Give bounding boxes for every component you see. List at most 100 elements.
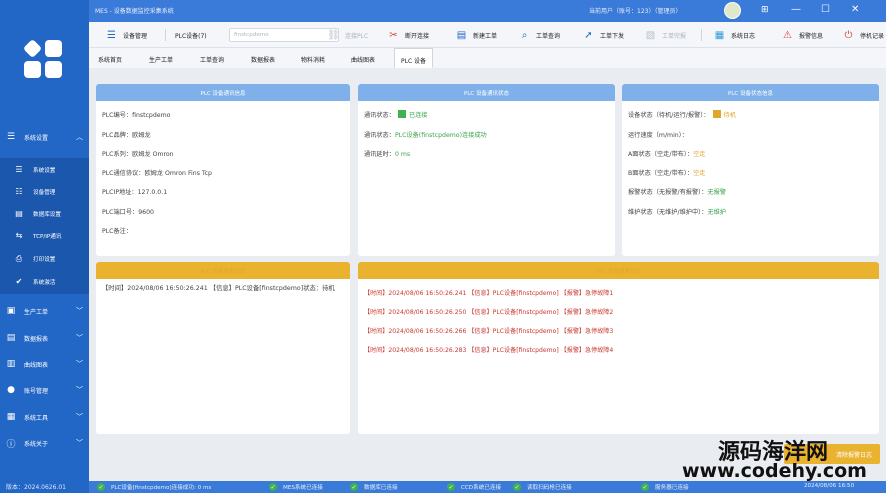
toolbox-icon: ▦: [6, 412, 16, 422]
user-icon: ●: [7, 385, 15, 395]
tab-material[interactable]: 物料消耗: [301, 48, 325, 68]
disconnect-button[interactable]: ✂ 断开连接: [387, 28, 429, 42]
status-text: 服务器已连接: [655, 485, 689, 491]
alarm-log-entry: 【时间】2024/08/06 16:50:26.283 【信息】PLC设备[fi…: [364, 347, 614, 354]
info-row: PLC品牌：欧姆龙: [102, 130, 151, 139]
info-label: PLC通信协议：: [102, 170, 145, 177]
status-value: 无报警: [707, 189, 726, 196]
status-scanner: ✓ 读取扫码枪已连接: [513, 483, 572, 491]
info-row: PLC备注：: [102, 226, 132, 235]
check-icon: ✓: [447, 483, 455, 491]
info-row: PLC端口号：9600: [102, 207, 154, 216]
status-text: MES系统已连接: [283, 485, 323, 491]
send-icon: ➚: [584, 29, 593, 41]
sidebar-item-label: 系统激活: [33, 279, 56, 286]
order-report-button[interactable]: ▧ 工单完报: [644, 28, 686, 42]
connect-plc-button[interactable]: ⛓ 连接PLC: [327, 28, 368, 42]
sidebar-group-curve-chart[interactable]: ▥ 曲线图表 ﹀: [0, 353, 89, 375]
sidebar-item-activation[interactable]: ✔ 系统激活: [14, 270, 89, 293]
user-info: 当前用户（账号：123）（管理员）: [589, 8, 682, 15]
toolbar-divider: [701, 29, 702, 41]
watermark-url: www.codehy.com: [682, 460, 867, 482]
maximize-button[interactable]: ☐: [821, 4, 830, 16]
status-plc: ✓ PLC设备[finstcpdemo]连接成功: 0 ms: [97, 483, 211, 491]
app-window: ☰ 系统设置 ︿ ☰ 系统设置 ☷ 设备管理 ▤ 数据库设置 ⇆ TCP/IP通…: [0, 0, 886, 493]
connect-plc-label: 连接PLC: [345, 32, 369, 40]
power-icon: ⏻: [844, 29, 853, 41]
tab-plc-device[interactable]: PLC 设备: [394, 48, 434, 68]
tab-data-report[interactable]: 数据报表: [251, 48, 275, 68]
info-label: PLC系列：: [102, 151, 133, 158]
order-query-button[interactable]: ⌕ 工单查询: [518, 28, 560, 42]
sidebar-group-account[interactable]: ● 账号管理 ﹀: [0, 379, 89, 401]
panel-title: PLC 设备报警日志: [358, 262, 879, 279]
app-title: MES - 设备数据监控采集系统: [95, 8, 174, 15]
unlink-icon: ✂: [389, 29, 398, 41]
sidebar-item-device-manage[interactable]: ☷ 设备管理: [14, 180, 89, 203]
status-value: 空走: [693, 170, 706, 177]
status-text: 读取扫码枪已连接: [527, 485, 572, 491]
system-log-button[interactable]: ▦ 系统日志: [713, 28, 755, 42]
alarm-info-button[interactable]: ⚠ 报警信息: [781, 28, 823, 42]
status-row: 报警状态（无报警/有报警）：无报警: [628, 187, 726, 196]
sidebar-group-system-settings[interactable]: ☰ 系统设置 ︿: [0, 126, 89, 148]
info-label: PLC编号：: [102, 112, 133, 119]
info-row: PLC通信协议：欧姆龙 Omron Fins Tcp: [102, 168, 212, 177]
link-icon: ⛓: [327, 29, 340, 41]
tab-bar: 系统首页 生产工单 工单查询 数据报表 物料消耗 曲线图表 PLC 设备: [89, 48, 886, 68]
tab-home[interactable]: 系统首页: [98, 48, 122, 68]
chevron-up-icon: ︿: [76, 133, 83, 141]
close-button[interactable]: ✕: [851, 4, 859, 16]
stop-record-button[interactable]: ⏻ 停机记录: [842, 28, 884, 42]
latency-row: 通讯延时：0 ms: [364, 149, 410, 158]
device-list-icon: ☷: [15, 187, 23, 196]
warning-icon: ⚠: [783, 29, 792, 41]
sidebar-group-data-report[interactable]: ▤ 数据报表 ﹀: [0, 327, 89, 349]
sidebar-group-about[interactable]: ⓘ 系统关于 ﹀: [0, 432, 89, 454]
status-label: 报警状态（无报警/有报警）：: [628, 189, 708, 196]
status-indicator: [397, 110, 406, 118]
status-label: B面状态（空走/带布）：: [628, 170, 694, 177]
order-issue-button[interactable]: ➚ 工单下发: [582, 28, 624, 42]
tab-curve-chart[interactable]: 曲线图表: [351, 48, 375, 68]
order-report-label: 工单完报: [662, 32, 687, 40]
toolbar-divider: [165, 29, 166, 41]
info-value: 欧姆龙 Omron Fins Tcp: [144, 170, 212, 177]
device-manage-button[interactable]: ☰ 设备管理: [105, 28, 147, 42]
sidebar-item-tcpip[interactable]: ⇆ TCP/IP通讯: [14, 224, 89, 247]
tab-production-order[interactable]: 生产工单: [149, 48, 173, 68]
sidebar-item-label: 打印设置: [33, 256, 56, 263]
sidebar-group-label: 系统设置: [24, 134, 49, 142]
connect-status-row: 通讯状态： 已连接: [364, 110, 428, 119]
avatar[interactable]: [724, 2, 741, 19]
sidebar-group-tools[interactable]: ▦ 系统工具 ﹀: [0, 406, 89, 428]
printer-icon: ⎙: [15, 253, 23, 263]
new-order-button[interactable]: ▤ 新建工单: [455, 28, 497, 42]
plc-device-select[interactable]: finstcpdemo: [229, 28, 339, 42]
new-order-label: 新建工单: [473, 32, 498, 40]
status-label: 维护状态（无维护/维护中）：: [628, 209, 708, 216]
info-label: PLC端口号：: [102, 209, 139, 216]
status-text: PLC设备[finstcpdemo]连接成功: 0 ms: [111, 485, 212, 491]
clipboard-icon: ▣: [6, 306, 16, 316]
sidebar-item-database-settings[interactable]: ▤ 数据库设置: [14, 202, 89, 225]
database-icon: ▤: [15, 209, 23, 218]
status-row: A面状态（空走/带布）：空走: [628, 149, 705, 158]
chevron-down-icon: ﹀: [76, 439, 83, 447]
order-issue-label: 工单下发: [600, 32, 625, 40]
sidebar-item-system-settings[interactable]: ☰ 系统设置: [14, 158, 89, 181]
status-label: A面状态（空走/带布）：: [628, 151, 694, 158]
sidebar-item-print-settings[interactable]: ⎙ 打印设置: [14, 247, 89, 270]
tab-order-query[interactable]: 工单查询: [200, 48, 224, 68]
status-bar: ✓ PLC设备[finstcpdemo]连接成功: 0 ms ✓ MES系统已连接 …: [89, 481, 886, 493]
status-label: 运行速度（m/min）：: [628, 132, 688, 139]
chevron-down-icon: ﹀: [76, 334, 83, 342]
list-icon: ☰: [15, 165, 23, 174]
info-row: PLCIP地址：127.0.0.1: [102, 187, 167, 196]
sidebar-group-production-order[interactable]: ▣ 生产工单 ﹀: [0, 300, 89, 322]
plc-device-label: PLC设备(7): [175, 28, 207, 42]
windows-logo-icon: ⊞: [761, 5, 769, 15]
minimize-button[interactable]: —: [791, 4, 801, 16]
status-log-text: 【时间】2024/08/06 16:50:26.241 【信息】PLC设备[fi…: [102, 285, 335, 292]
plc-device-text: PLC设备(7): [175, 32, 207, 40]
